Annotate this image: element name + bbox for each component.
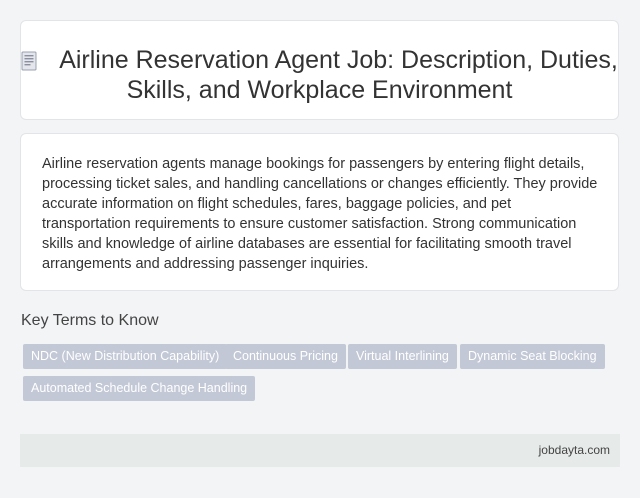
document-icon <box>21 51 37 71</box>
page-title: Airline Reservation Agent Job: Descripti… <box>21 45 618 105</box>
tag-virtual-interlining[interactable]: Virtual Interlining <box>348 344 457 369</box>
title-card: Airline Reservation Agent Job: Descripti… <box>20 20 619 120</box>
description-card: Airline reservation agents manage bookin… <box>20 133 619 291</box>
key-terms-heading: Key Terms to Know <box>21 312 159 329</box>
tag-ndc[interactable]: NDC (New Distribution Capability) <box>23 344 228 369</box>
page-title-text: Airline Reservation Agent Job: Descripti… <box>59 46 618 104</box>
job-description: Airline reservation agents manage bookin… <box>42 156 598 272</box>
footer-site-link[interactable]: jobdayta.com <box>539 443 610 457</box>
footer: jobdayta.com <box>20 434 620 467</box>
tag-continuous-pricing[interactable]: Continuous Pricing <box>225 344 346 369</box>
tag-automated-schedule-change[interactable]: Automated Schedule Change Handling <box>23 376 256 401</box>
tag-dynamic-seat-blocking[interactable]: Dynamic Seat Blocking <box>460 344 605 369</box>
